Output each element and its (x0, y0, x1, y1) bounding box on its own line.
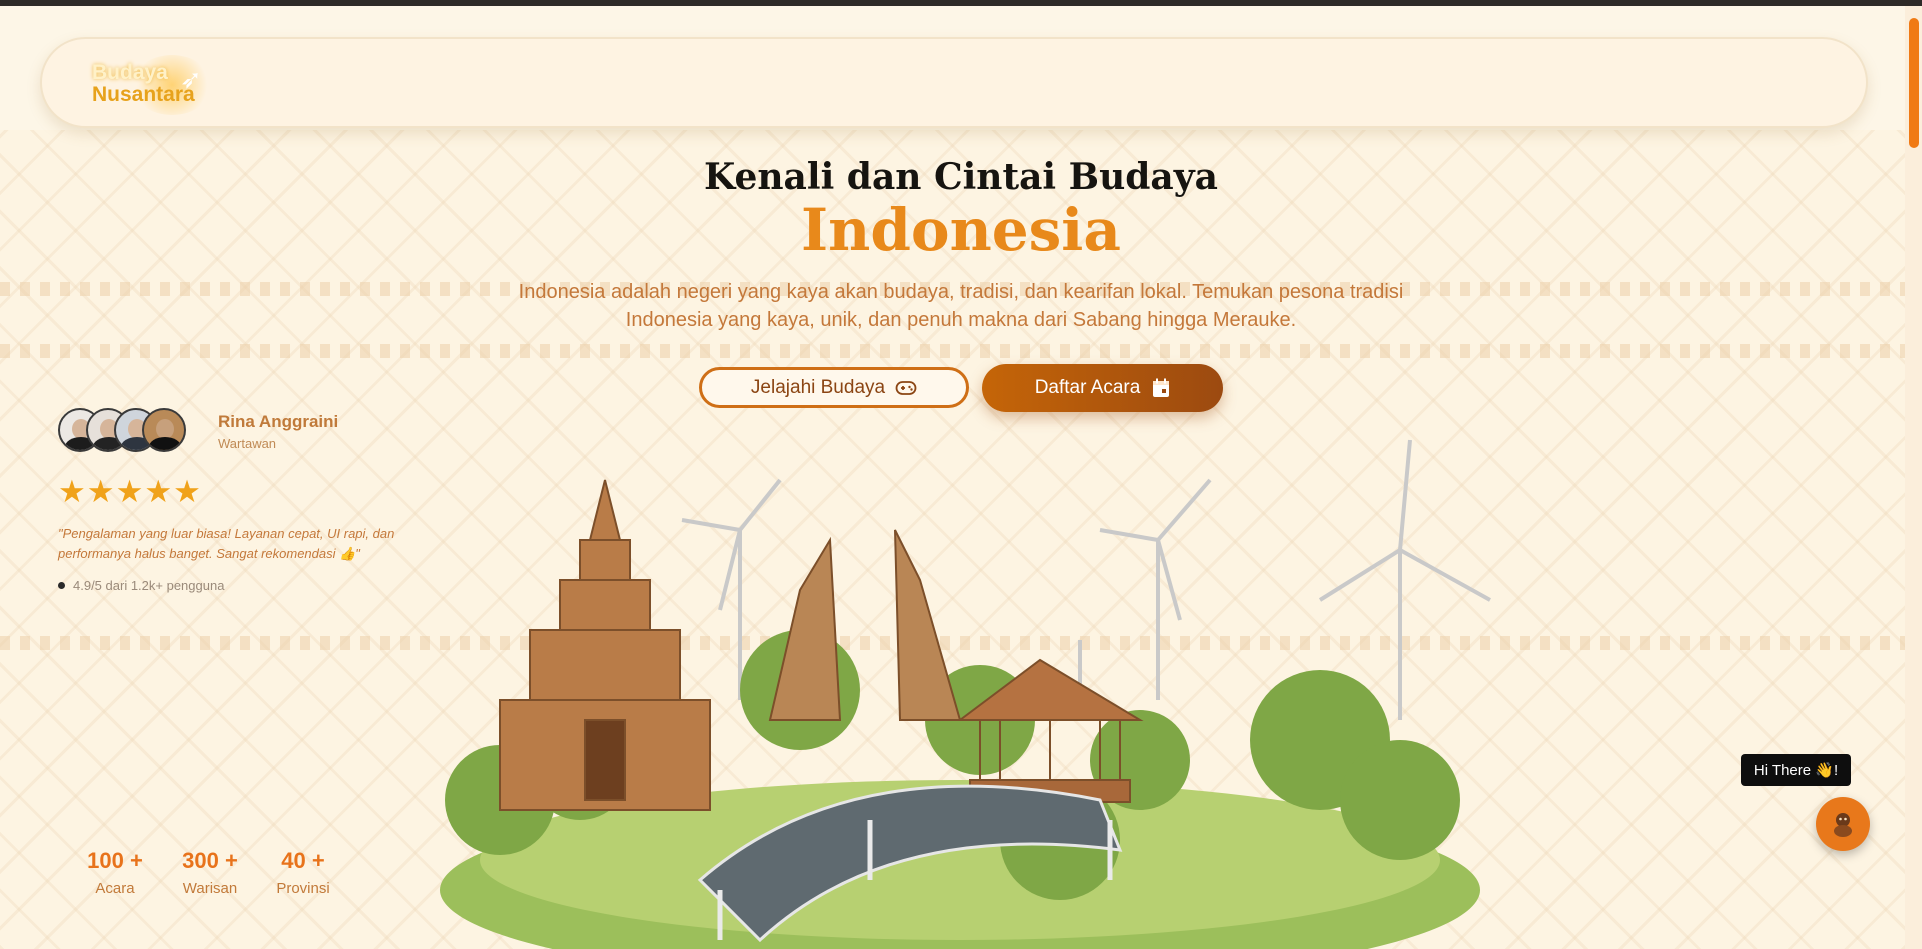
stat-events: 100 + Acara (70, 848, 160, 897)
explore-culture-label: Jelajahi Budaya (750, 376, 886, 398)
avatar-group (58, 408, 208, 454)
gamepad-icon (895, 380, 917, 395)
scrollbar-thumb[interactable] (1909, 18, 1919, 148)
testimonial-quote: "Pengalaman yang luar biasa! Layanan cep… (58, 526, 395, 561)
avatar-face (156, 419, 174, 439)
temple-illustration (499, 479, 711, 811)
stat-value: 100 + (87, 848, 143, 873)
stat-value: 300 + (182, 848, 238, 873)
rating-summary: 4.9/5 dari 1.2k+ pengguna (58, 578, 224, 593)
chat-tooltip: Hi There 👋! (1741, 754, 1851, 786)
split-gate-illustration (768, 529, 962, 721)
hero-accent-title: Indonesia (801, 196, 1121, 264)
explore-culture-button[interactable]: Jelajahi Budaya (699, 367, 969, 408)
hero-description: Indonesia adalah negeri yang kaya akan b… (518, 281, 1404, 331)
star-rating: ★★★★★ (58, 474, 202, 510)
reviewer-name: Rina Anggraini (218, 412, 339, 431)
pattern-band (0, 344, 1905, 358)
testimonial-card: Rina Anggraini Wartawan ★★★★★ "Pengalama… (58, 408, 428, 598)
stat-provinces: 40 + Provinsi (258, 848, 348, 897)
reviewer-role: Wartawan (218, 436, 277, 451)
register-event-button[interactable]: Daftar Acara (982, 364, 1223, 412)
stat-label: Provinsi (276, 880, 330, 897)
bird-icon: ➶ (180, 65, 202, 95)
stat-value: 40 + (281, 848, 325, 873)
avatar (142, 408, 186, 452)
stats-row: 100 + Acara 300 + Warisan 40 + Provinsi (70, 848, 360, 908)
hero-title: Kenali dan Cintai Budaya (703, 156, 1218, 198)
register-event-label: Daftar Acara (1034, 377, 1141, 398)
logo-text-top: Budaya (92, 61, 168, 84)
rating-text: 4.9/5 dari 1.2k+ pengguna (73, 578, 225, 593)
top-border (0, 0, 1922, 6)
calendar-icon (1153, 378, 1170, 397)
stat-heritage: 300 + Warisan (165, 848, 255, 897)
cultural-landscape-illustration (440, 439, 1491, 949)
chat-assistant-button[interactable] (1816, 797, 1870, 851)
dot-icon (58, 582, 65, 589)
mascot-icon (1834, 813, 1852, 837)
stat-label: Acara (95, 880, 135, 897)
brand-logo[interactable]: Budaya Nusantara ➶ (92, 55, 232, 115)
navbar: Budaya Nusantara ➶ (40, 37, 1868, 128)
stat-label: Warisan (182, 880, 238, 897)
scrollbar[interactable] (1905, 6, 1922, 949)
avatar-body (149, 437, 181, 450)
